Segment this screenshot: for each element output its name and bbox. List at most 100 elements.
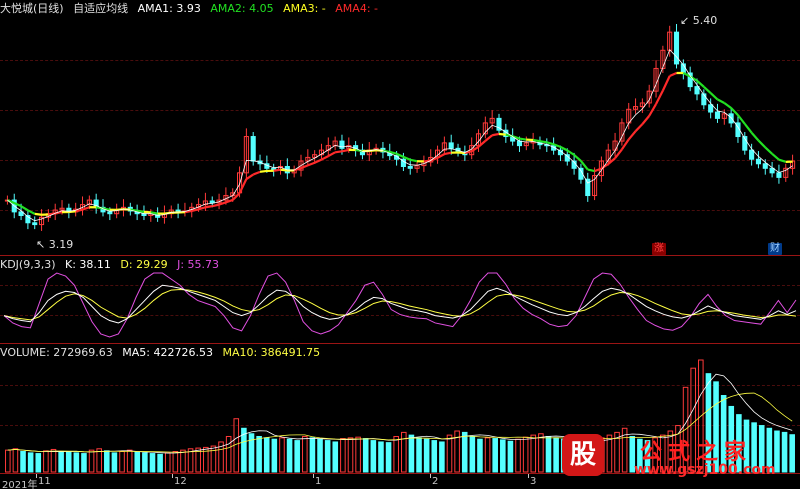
ama-line-segment bbox=[300, 164, 309, 170]
ama-line-segment bbox=[273, 168, 281, 172]
volume-bar bbox=[423, 438, 430, 473]
volume-bar bbox=[530, 434, 537, 473]
stock-chart-window: 大悦城(日线) 自适应均线 AMA1: 3.93 AMA2: 4.05 AMA3… bbox=[0, 0, 800, 489]
ama-line-segment bbox=[341, 148, 350, 153]
volume-bar bbox=[149, 453, 156, 473]
candle-body bbox=[755, 158, 761, 165]
ama-line-segment bbox=[150, 211, 158, 215]
x-axis-label: 12 bbox=[174, 476, 187, 487]
ama-line-segment bbox=[587, 168, 595, 173]
ama-line-segment bbox=[778, 158, 787, 163]
ama-line-segment bbox=[661, 75, 671, 92]
ama-line-segment bbox=[764, 146, 773, 155]
volume-bar bbox=[393, 435, 399, 473]
volume-bar bbox=[446, 434, 453, 473]
watermark-url: www.gszj100.com bbox=[634, 462, 776, 478]
volume-bar bbox=[12, 448, 19, 473]
ama-line-segment bbox=[546, 141, 554, 146]
ama-line-segment bbox=[20, 205, 29, 212]
ama-line-segment bbox=[594, 167, 602, 173]
volume-bar bbox=[164, 452, 171, 473]
x-axis-label: 3 bbox=[530, 476, 537, 487]
volume-bar bbox=[461, 431, 468, 473]
ama-line-segment bbox=[444, 151, 452, 156]
x-axis-label: 1 bbox=[315, 476, 322, 487]
ama-line-segment bbox=[82, 206, 90, 211]
x-axis-tick bbox=[172, 474, 173, 478]
ama-line-segment bbox=[136, 209, 145, 213]
volume-bar bbox=[43, 450, 49, 473]
volume-bar bbox=[408, 434, 415, 473]
volume-bar bbox=[142, 452, 148, 473]
x-axis-label: 2021年 bbox=[2, 480, 38, 489]
volume-bar bbox=[385, 442, 392, 473]
high-price-label: 5.40 bbox=[692, 14, 718, 27]
x-axis-label: 11 bbox=[38, 476, 51, 487]
volume-bar bbox=[263, 437, 270, 473]
volume-bar bbox=[5, 449, 11, 473]
ama-line-segment bbox=[669, 71, 677, 77]
volume-bar bbox=[340, 438, 346, 473]
ama-line-segment bbox=[410, 158, 418, 163]
volume-bar bbox=[538, 433, 544, 473]
volume-bar bbox=[431, 440, 438, 473]
volume-bar bbox=[370, 440, 377, 473]
candle-body bbox=[694, 86, 700, 95]
ama-line-segment bbox=[484, 134, 493, 142]
chart-canvas[interactable] bbox=[0, 0, 800, 489]
ama-line-segment bbox=[709, 92, 719, 101]
ama-line-segment bbox=[519, 137, 527, 141]
candle-body bbox=[728, 113, 734, 124]
ama-line-segment bbox=[573, 154, 582, 162]
ama-line-segment bbox=[648, 103, 657, 117]
volume-bar bbox=[58, 451, 64, 473]
volume-bar bbox=[500, 439, 506, 473]
volume-bar bbox=[50, 448, 57, 473]
watermark: 股 公式之家 www.gszj100.com bbox=[556, 432, 786, 486]
ama-line-segment bbox=[655, 90, 664, 105]
volume-bar bbox=[256, 435, 262, 473]
volume-bar bbox=[439, 441, 445, 473]
volume-bar bbox=[157, 453, 163, 473]
volume-bar bbox=[789, 434, 795, 473]
volume-bar bbox=[81, 453, 87, 473]
candle-body bbox=[701, 93, 707, 106]
ama-line-segment bbox=[539, 140, 547, 144]
ama-line-segment bbox=[259, 169, 268, 173]
candle-body bbox=[714, 111, 721, 119]
low-price-label: 3.19 bbox=[48, 238, 74, 251]
ama-line-segment bbox=[703, 85, 712, 94]
ama-line-segment bbox=[314, 158, 322, 164]
candle-body bbox=[407, 165, 413, 169]
candle-body bbox=[673, 31, 680, 65]
candle-body bbox=[708, 104, 714, 113]
ama-line-segment bbox=[307, 161, 316, 167]
ama-line-segment bbox=[477, 140, 487, 148]
x-axis-label: 2 bbox=[432, 476, 439, 487]
volume-bar bbox=[362, 438, 369, 473]
ama-line-segment bbox=[327, 151, 336, 158]
candle-body bbox=[516, 140, 523, 147]
volume-bar bbox=[416, 437, 422, 473]
ama-line-segment bbox=[205, 205, 213, 209]
ama-line-segment bbox=[716, 98, 725, 104]
low-price-marker: ↖ 3.19 bbox=[36, 238, 74, 251]
finance-badge[interactable]: 财 bbox=[768, 243, 782, 255]
ama-line-segment bbox=[212, 203, 220, 208]
volume-bar bbox=[477, 438, 483, 473]
ama-line-segment bbox=[771, 152, 780, 161]
candle-body bbox=[32, 222, 38, 226]
candle-body bbox=[585, 178, 591, 197]
high-price-marker: ↙ 5.40 bbox=[680, 14, 718, 27]
volume-bar bbox=[20, 451, 26, 473]
candle-body bbox=[749, 149, 755, 160]
volume-bar bbox=[172, 451, 179, 473]
volume-bar bbox=[515, 438, 521, 473]
limit-up-badge[interactable]: 涨 bbox=[652, 243, 666, 255]
volume-bar bbox=[27, 452, 34, 473]
volume-bar bbox=[180, 449, 186, 473]
volume-bar bbox=[134, 451, 141, 473]
volume-bar bbox=[469, 435, 476, 473]
ama-line-segment bbox=[634, 123, 644, 132]
candle-body bbox=[448, 142, 454, 149]
